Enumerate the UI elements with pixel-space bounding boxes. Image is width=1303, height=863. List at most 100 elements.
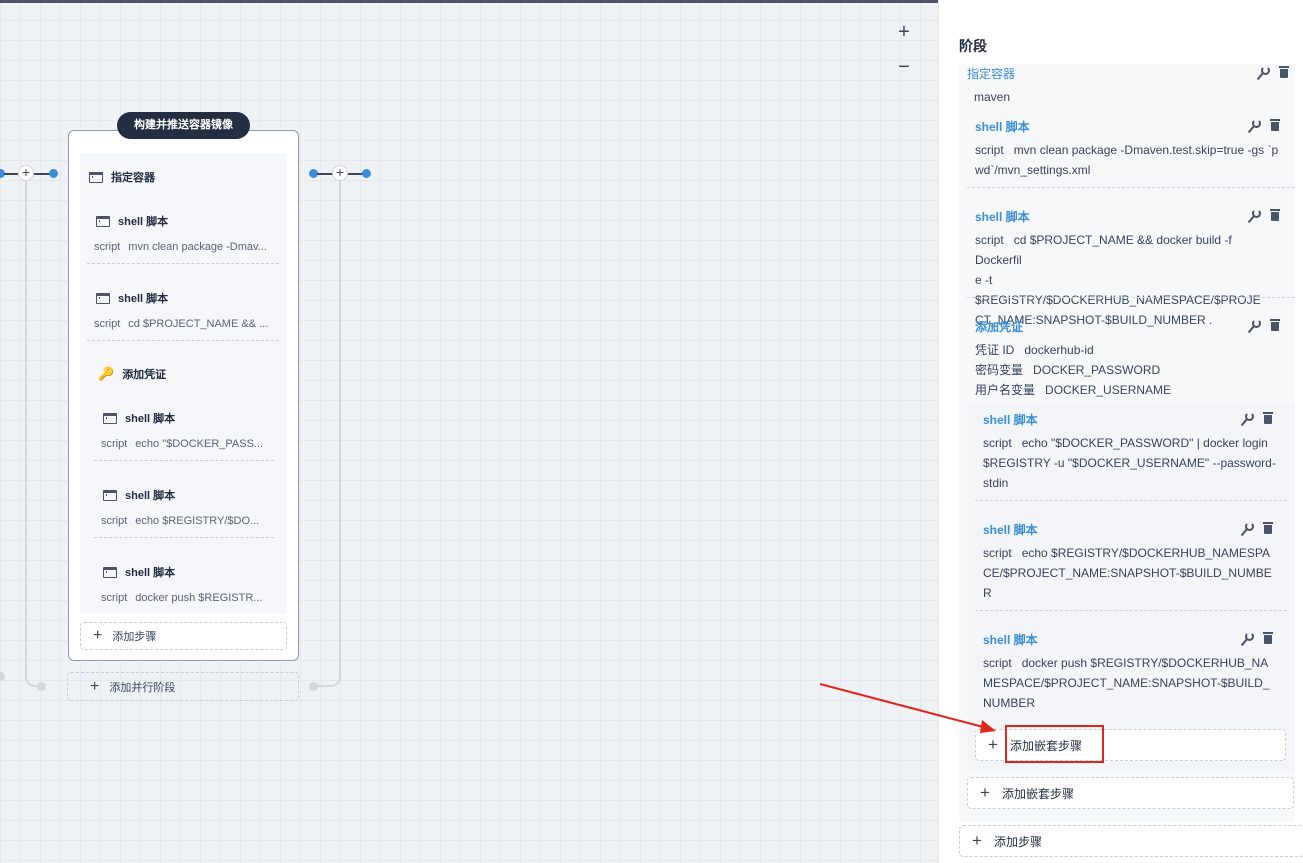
add-stage-node-left[interactable]: + <box>18 165 34 181</box>
plus-icon: + <box>988 735 998 754</box>
step-divider <box>967 297 1295 298</box>
container-value: maven <box>974 90 1011 104</box>
add-step-label: 添加步骤 <box>112 631 157 643</box>
add-nested-step-button-outer[interactable]: + 添加嵌套步骤 <box>967 777 1294 809</box>
step-divider <box>94 537 274 538</box>
edit-icon[interactable] <box>1246 209 1261 221</box>
edit-icon[interactable] <box>1255 66 1270 78</box>
step-script: script docker push $REGISTRY/$DOCKERHUB_… <box>983 656 1270 710</box>
step-name: 指定容器 <box>111 172 155 184</box>
step-credential[interactable]: 🔑 添加凭证 <box>98 366 166 382</box>
step-name[interactable]: shell 脚本 <box>983 631 1038 648</box>
step-name: shell 脚本 <box>118 216 169 228</box>
terminal-icon <box>103 489 117 501</box>
step-name[interactable]: shell 脚本 <box>983 521 1038 538</box>
step-tools <box>1246 209 1280 221</box>
step-tools <box>1246 119 1280 131</box>
plus-icon: + <box>980 783 990 802</box>
parallel-dot <box>37 682 46 691</box>
step-name: shell 脚本 <box>125 413 176 425</box>
delete-icon[interactable] <box>1263 522 1273 534</box>
delete-icon[interactable] <box>1270 119 1280 131</box>
parallel-dot <box>0 672 5 681</box>
step-divider <box>87 263 279 264</box>
step-script: script echo "$DOCKER_PASSWORD" | docker … <box>983 436 1276 490</box>
terminal-icon <box>103 412 117 424</box>
edit-icon[interactable] <box>1239 632 1254 644</box>
credential-fields: 凭证 ID dockerhub-id 密码变量 DOCKER_PASSWORD … <box>975 343 1172 397</box>
credential-label[interactable]: 添加凭证 <box>975 318 1023 335</box>
add-nested-step-label: 添加嵌套步骤 <box>1001 786 1074 801</box>
delete-icon[interactable] <box>1263 412 1273 424</box>
top-border <box>0 0 938 3</box>
edit-icon[interactable] <box>1246 319 1261 331</box>
step-summary: script echo $REGISTRY/$DO... <box>101 515 260 527</box>
terminal-icon <box>89 171 103 183</box>
step-tools <box>1239 522 1273 534</box>
delete-icon[interactable] <box>1270 319 1280 331</box>
add-stage-node-right[interactable]: + <box>332 165 348 181</box>
plus-icon: + <box>93 627 103 644</box>
zoom-out-button[interactable]: − <box>892 56 916 80</box>
step-shell[interactable]: shell 脚本 <box>103 487 175 503</box>
delete-icon[interactable] <box>1270 209 1280 221</box>
credential-tools <box>1246 319 1280 331</box>
step-summary: script cd $PROJECT_NAME && ... <box>94 318 269 330</box>
step-script: script cd $PROJECT_NAME && docker build … <box>975 233 1261 327</box>
add-step-label: 添加步骤 <box>993 834 1042 849</box>
step-name[interactable]: shell 脚本 <box>975 118 1030 135</box>
connector-line <box>4 173 18 175</box>
step-divider <box>87 340 279 341</box>
container-tools <box>1255 66 1289 78</box>
step-divider <box>967 187 1295 188</box>
parallel-branch-line <box>339 181 341 671</box>
container-label[interactable]: 指定容器 <box>967 65 1015 82</box>
step-divider <box>94 460 274 461</box>
add-step-button[interactable]: + 添加步骤 <box>959 825 1303 857</box>
edit-icon[interactable] <box>1239 522 1254 534</box>
step-divider <box>975 500 1287 501</box>
step-shell[interactable]: shell 脚本 <box>103 564 175 580</box>
connector-line <box>317 173 333 175</box>
step-summary: script echo "$DOCKER_PASS... <box>101 438 264 450</box>
stage-card[interactable]: 指定容器 shell 脚本 script mvn clean package -D… <box>68 130 299 661</box>
step-name[interactable]: shell 脚本 <box>975 208 1030 225</box>
panel-title: 阶段 <box>959 38 987 54</box>
stage-title[interactable]: 构建并推送容器镜像 <box>117 112 250 139</box>
zoom-in-button[interactable]: + <box>892 21 916 45</box>
step-shell[interactable]: shell 脚本 <box>96 213 168 229</box>
add-parallel-stage-button[interactable]: + 添加并行阶段 <box>67 672 299 701</box>
step-script: script echo $REGISTRY/$DOCKERHUB_NAMESPA… <box>983 546 1272 600</box>
parallel-branch-curve <box>318 665 341 687</box>
plus-icon: + <box>972 831 982 850</box>
step-shell[interactable]: shell 脚本 <box>96 290 168 306</box>
pipeline-canvas: + − + + 构建并推送容器镜像 指定容器 shell 脚本 script mv… <box>0 0 938 863</box>
terminal-icon <box>96 292 110 304</box>
connector-dot-right <box>362 169 371 178</box>
stage-steps: 指定容器 shell 脚本 script mvn clean package -D… <box>80 153 287 613</box>
parallel-dot <box>309 682 318 691</box>
step-summary: script mvn clean package -Dmav... <box>94 241 267 253</box>
parallel-branch-line <box>25 181 27 676</box>
step-container[interactable]: 指定容器 <box>89 169 155 185</box>
step-name[interactable]: shell 脚本 <box>983 411 1038 428</box>
add-step-button[interactable]: + 添加步骤 <box>80 622 287 650</box>
step-shell[interactable]: shell 脚本 <box>103 410 175 426</box>
delete-icon[interactable] <box>1279 66 1289 78</box>
step-summary: script docker push $REGISTR... <box>101 592 263 604</box>
edit-icon[interactable] <box>1246 119 1261 131</box>
plus-icon: + <box>90 677 100 695</box>
step-tools <box>1239 632 1273 644</box>
step-name: shell 脚本 <box>125 567 176 579</box>
terminal-icon <box>103 566 117 578</box>
step-name: 添加凭证 <box>122 369 167 381</box>
edit-icon[interactable] <box>1239 412 1254 424</box>
add-parallel-stage-label: 添加并行阶段 <box>109 681 176 694</box>
connector-dot <box>49 169 58 178</box>
delete-icon[interactable] <box>1263 632 1273 644</box>
key-icon: 🔑 <box>98 366 115 381</box>
highlight-box <box>1005 725 1104 763</box>
connector-line <box>34 173 50 175</box>
step-tools <box>1239 412 1273 424</box>
terminal-icon <box>96 215 110 227</box>
